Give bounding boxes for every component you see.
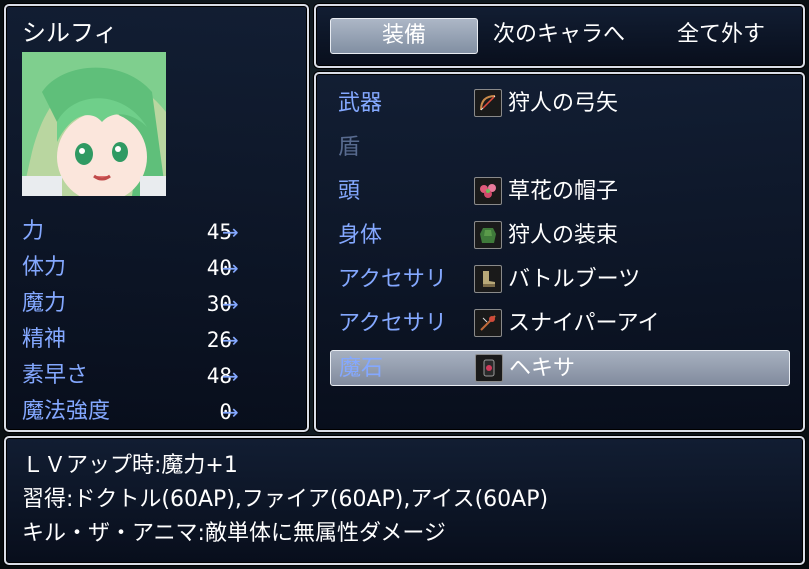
slot-item-name: 狩人の弓矢 (508, 91, 619, 116)
right-arrow-icon: → (222, 328, 239, 352)
param-row-atk: 力 45 → (22, 214, 302, 250)
slot-label: 魔石 (339, 356, 384, 381)
slot-label: アクセサリ (338, 267, 447, 292)
slot-label: 身体 (338, 223, 383, 248)
slot-item-name: 草花の帽子 (508, 179, 619, 204)
slot-row-magic-stone[interactable]: 魔石 ヘキサ (330, 350, 790, 386)
magic-stone-icon (475, 354, 503, 382)
param-label: 体力 (22, 255, 67, 280)
slot-row-accessory-1[interactable]: アクセサリ バトルブーツ (330, 262, 790, 298)
help-line-1: ＬＶアップ時:魔力+1 (22, 453, 238, 478)
param-label: 力 (22, 219, 45, 244)
param-label: 魔力 (22, 291, 67, 316)
param-label: 魔法強度 (22, 399, 111, 424)
slot-row-body[interactable]: 身体 狩人の装束 (330, 218, 790, 254)
right-arrow-icon: → (222, 256, 239, 280)
slot-item-name: スナイパーアイ (508, 311, 660, 336)
help-line-3: キル・ザ・アニマ:敵単体に無属性ダメージ (22, 521, 446, 546)
param-row-mdf: 精神 26 → (22, 322, 302, 358)
param-label: 素早さ (22, 363, 89, 388)
right-arrow-icon: → (222, 364, 239, 388)
slot-label: 武器 (338, 91, 383, 116)
slot-row-shield[interactable]: 盾 (330, 130, 790, 166)
status-window: シルフィ 力 45 → 体力 40 → 魔力 30 → 精神 26 → 素早さ … (4, 4, 309, 432)
clear-all-command[interactable]: 全て外す (646, 18, 796, 52)
param-row-def: 体力 40 → (22, 250, 302, 286)
param-label: 精神 (22, 327, 67, 352)
next-actor-command[interactable]: 次のキャラへ (484, 18, 634, 52)
slot-label: 頭 (338, 179, 361, 204)
param-list: 力 45 → 体力 40 → 魔力 30 → 精神 26 → 素早さ 48 → … (22, 214, 302, 430)
param-row-agi: 素早さ 48 → (22, 358, 302, 394)
equip-slot-window: 武器 狩人の弓矢 盾 頭 草花の帽子 身体 狩人の装束 アクセサリ バトルブーツ… (314, 72, 805, 432)
flower-hat-icon (474, 177, 502, 205)
right-arrow-icon: → (222, 292, 239, 316)
right-arrow-icon: → (222, 400, 239, 424)
help-window: ＬＶアップ時:魔力+1 習得:ドクトル(60AP),ファイア(60AP),アイス… (4, 436, 805, 565)
param-row-magic-strength: 魔法強度 0 → (22, 394, 302, 430)
slot-item-name: 狩人の装束 (508, 223, 619, 248)
sniper-eye-icon (474, 309, 502, 337)
slot-label: アクセサリ (338, 311, 447, 336)
slot-item-name: バトルブーツ (508, 267, 641, 292)
actor-name: シルフィ (22, 19, 118, 47)
slot-label: 盾 (338, 135, 361, 160)
slot-row-weapon[interactable]: 武器 狩人の弓矢 (330, 86, 790, 122)
equip-command-window: 装備 次のキャラへ 全て外す (314, 4, 805, 68)
slot-row-head[interactable]: 頭 草花の帽子 (330, 174, 790, 210)
param-row-mat: 魔力 30 → (22, 286, 302, 322)
bow-arrow-icon (474, 89, 502, 117)
slot-row-accessory-2[interactable]: アクセサリ スナイパーアイ (330, 306, 790, 342)
equip-command[interactable]: 装備 (330, 18, 478, 54)
hunter-garb-icon (474, 221, 502, 249)
actor-portrait (22, 52, 166, 196)
boots-icon (474, 265, 502, 293)
slot-item-name: ヘキサ (509, 356, 576, 381)
right-arrow-icon: → (222, 220, 239, 244)
help-line-2: 習得:ドクトル(60AP),ファイア(60AP),アイス(60AP) (22, 487, 549, 512)
